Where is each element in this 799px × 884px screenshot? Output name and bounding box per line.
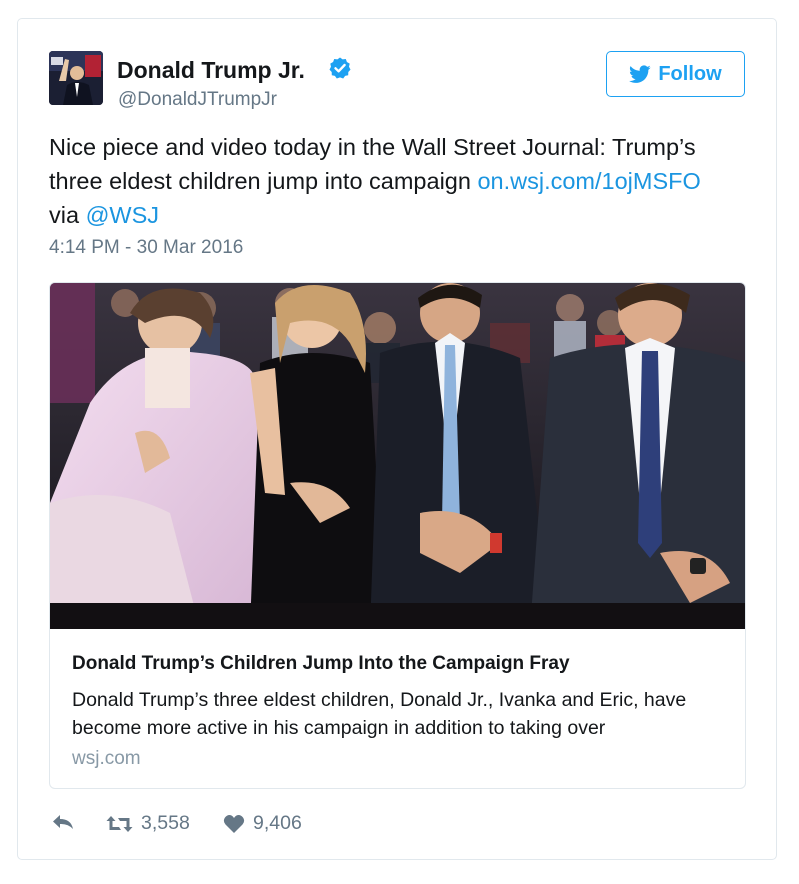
heart-icon	[223, 814, 245, 833]
twitter-bird-icon	[629, 64, 651, 83]
reply-icon	[53, 815, 73, 829]
retweet-icon	[106, 815, 133, 832]
tweet-via: via	[49, 202, 86, 228]
tweet-text: Nice piece and video today in the Wall S…	[49, 130, 749, 232]
author-name[interactable]: Donald Trump Jr.	[117, 57, 305, 84]
avatar-photo	[49, 51, 103, 105]
card-description: Donald Trump’s three eldest children, Do…	[72, 689, 687, 739]
like-count: 9,406	[253, 812, 302, 834]
tweet-timestamp[interactable]: 4:14 PM - 30 Mar 2016	[49, 237, 243, 259]
author-handle[interactable]: @DonaldJTrumpJr	[118, 89, 277, 111]
card-title[interactable]: Donald Trump’s Children Jump Into the Ca…	[72, 653, 570, 675]
follow-label: Follow	[658, 62, 722, 85]
card-image[interactable]	[50, 283, 746, 629]
reply-button[interactable]	[51, 812, 75, 832]
tweet-card: Donald Trump Jr. @DonaldJTrumpJr Follow …	[17, 18, 777, 860]
verified-badge-icon	[329, 57, 351, 79]
retweet-count: 3,558	[141, 812, 190, 834]
avatar[interactable]	[49, 51, 103, 105]
follow-button[interactable]: Follow	[606, 51, 745, 97]
tweet-link[interactable]: on.wsj.com/1ojMSFO	[477, 168, 700, 194]
retweet-button[interactable]: 3,558	[106, 812, 190, 835]
card-domain: wsj.com	[72, 748, 141, 769]
tweet-text-line2: three eldest children jump into campaign	[49, 168, 478, 194]
tweet-text-line1: Nice piece and video today in the Wall S…	[49, 134, 696, 160]
like-button[interactable]: 9,406	[223, 812, 302, 835]
link-card[interactable]: Donald Trump’s Children Jump Into the Ca…	[49, 282, 746, 789]
mention-link[interactable]: @WSJ	[86, 202, 159, 228]
